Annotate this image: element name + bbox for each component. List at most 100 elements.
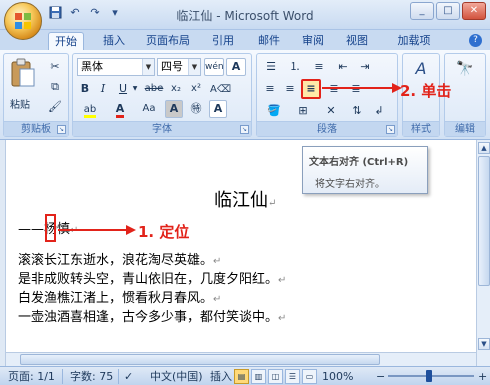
maximize-button[interactable]: □	[436, 2, 460, 20]
paragraph-mark: ↵	[268, 198, 277, 209]
tab-addins[interactable]: 加载项	[392, 32, 436, 50]
horizontal-scrollbar[interactable]	[6, 352, 476, 366]
decrease-indent-button[interactable]: ⇤	[333, 58, 353, 76]
status-bar: 页面: 1/1 字数: 75 ✓ 中文(中国) 插入 ▤ ▥ ◫ ☰ ▭ 100…	[0, 366, 490, 385]
paragraph-launcher-icon[interactable]: ↘	[386, 125, 395, 134]
poem-line[interactable]: 一壶浊酒喜相逢，古今多少事，都付笑谈中。↵	[18, 306, 286, 325]
align-right-button[interactable]: ≡	[301, 79, 321, 99]
distributed-button[interactable]: ≣	[347, 80, 365, 98]
char-shading-button[interactable]: A	[165, 100, 183, 118]
office-button[interactable]	[4, 2, 42, 40]
cut-button[interactable]: ✂	[46, 58, 64, 76]
paste-button[interactable]: 粘贴	[8, 58, 38, 114]
format-painter-button[interactable]: 🖌	[46, 98, 64, 116]
subscript-button[interactable]: x₂	[167, 80, 185, 98]
document-title[interactable]: 临江仙↵	[214, 186, 276, 212]
poem-line-text: 白发渔樵江渚上，惯看秋月春风。	[18, 291, 214, 306]
superscript-button[interactable]: x²	[187, 80, 205, 98]
outline-view-icon[interactable]: ☰	[285, 369, 300, 384]
tab-review[interactable]: 审阅	[298, 32, 328, 50]
copy-button[interactable]: ⧉	[46, 78, 64, 96]
borders-button[interactable]: ⊞	[291, 102, 315, 120]
tab-page-layout[interactable]: 页面布局	[142, 32, 194, 50]
poem-line[interactable]: 滚滚长江东逝水，浪花淘尽英雄。↵	[18, 249, 221, 268]
clear-formatting-button[interactable]: A⌫	[209, 80, 231, 98]
help-icon[interactable]: ?	[469, 34, 482, 47]
scroll-down-icon[interactable]: ▼	[478, 338, 490, 350]
language-indicator[interactable]: 中文(中国)	[150, 369, 203, 384]
font-launcher-icon[interactable]: ↘	[240, 125, 249, 134]
full-screen-reading-icon[interactable]: ▥	[251, 369, 266, 384]
align-right-icon: ≡	[306, 82, 316, 95]
highlight-button[interactable]: ab	[77, 100, 103, 118]
underline-button[interactable]: U	[115, 80, 131, 98]
tab-view[interactable]: 视图	[342, 32, 372, 50]
vertical-scrollbar[interactable]: ▲ ▼	[476, 140, 490, 367]
shading-button[interactable]: 🪣	[261, 102, 287, 120]
change-case-button[interactable]: Aa	[137, 100, 161, 118]
scissors-icon: ✂	[50, 60, 60, 73]
strikethrough-button[interactable]: abe	[143, 80, 165, 98]
enclose-char-icon: ㊕	[190, 102, 202, 115]
poem-line[interactable]: 是非成败转头空，青山依旧在，几度夕阳红。↵	[18, 268, 286, 287]
insert-mode[interactable]: 插入	[210, 369, 232, 384]
clipboard-launcher-icon[interactable]: ↘	[57, 125, 66, 134]
tab-references[interactable]: 引用	[208, 32, 238, 50]
align-left-button[interactable]: ≡	[261, 80, 279, 98]
print-layout-view-icon[interactable]: ▤	[234, 369, 249, 384]
bold-button[interactable]: B	[77, 80, 93, 98]
paragraph-group: ☰ ⒈ ≡ ⇤ ⇥ ≡ ≡ ≡ ≣ ≣ 🪣 ⊞ ✕ ⇅ ↲ 段落 ↘	[256, 53, 398, 137]
paragraph-group-label: 段落	[257, 121, 397, 136]
zoom-in-button[interactable]: +	[478, 369, 487, 384]
phonetic-guide-button[interactable]: wén	[204, 58, 224, 76]
font-size-combo[interactable]: 四号 ▼	[157, 58, 201, 76]
align-center-button[interactable]: ≡	[281, 80, 299, 98]
align-center-icon: ≡	[285, 82, 295, 95]
show-marks-button[interactable]: ↲	[369, 102, 389, 120]
find-button[interactable]: 🔭	[453, 60, 477, 86]
poem-line[interactable]: 白发渔樵江渚上，惯看秋月春风。↵	[18, 287, 221, 306]
char-border-button-2[interactable]: A	[209, 100, 227, 118]
tab-home[interactable]: 开始	[48, 32, 84, 50]
vertical-scroll-thumb[interactable]	[478, 156, 490, 286]
increase-indent-button[interactable]: ⇥	[355, 58, 375, 76]
sort-button[interactable]: ⇅	[347, 102, 367, 120]
minimize-button[interactable]: _	[410, 2, 434, 20]
horizontal-scroll-thumb[interactable]	[20, 354, 380, 365]
multilevel-list-button[interactable]: ≡	[309, 58, 329, 76]
scroll-up-icon[interactable]: ▲	[478, 142, 490, 154]
paste-label: 粘贴	[10, 100, 30, 111]
chinese-layout-button[interactable]: ✕	[319, 102, 343, 120]
tab-mailings[interactable]: 邮件	[254, 32, 284, 50]
poem-line-text: 滚滚长江东逝水，浪花淘尽英雄。	[18, 253, 214, 268]
multilevel-list-icon: ≡	[314, 60, 324, 73]
numbering-button[interactable]: ⒈	[285, 58, 305, 76]
font-color-button[interactable]: A	[107, 100, 133, 118]
bullet-list-icon: ☰	[266, 60, 276, 73]
status-separator	[118, 369, 119, 384]
tab-insert[interactable]: 插入	[96, 32, 132, 50]
zoom-out-button[interactable]: −	[376, 369, 385, 384]
bullets-button[interactable]: ☰	[261, 58, 281, 76]
enclose-char-button[interactable]: ㊕	[187, 100, 205, 118]
underline-dropdown-icon[interactable]: ▼	[131, 80, 139, 98]
zoom-level[interactable]: 100%	[322, 369, 353, 384]
word-count[interactable]: 字数: 75	[70, 369, 113, 384]
sort-icon: ⇅	[352, 104, 362, 117]
justify-icon: ≣	[329, 82, 339, 95]
poem-line-text: 是非成败转头空，青山依旧在，几度夕阳红。	[18, 272, 279, 287]
proofing-icon[interactable]: ✓	[124, 369, 133, 384]
close-button[interactable]: ✕	[462, 2, 486, 20]
zoom-slider-thumb[interactable]	[426, 370, 432, 382]
italic-button[interactable]: I	[95, 80, 111, 98]
numbered-list-icon: ⒈	[289, 60, 301, 73]
web-layout-icon[interactable]: ◫	[268, 369, 283, 384]
page-indicator[interactable]: 页面: 1/1	[8, 369, 55, 384]
font-name-combo[interactable]: 黑体 ▼	[77, 58, 155, 76]
char-border-button[interactable]: A	[226, 58, 246, 76]
editing-group-label: 编辑	[445, 121, 485, 136]
paragraph-mark: ↵	[213, 256, 222, 267]
draft-view-icon[interactable]: ▭	[302, 369, 317, 384]
justify-button[interactable]: ≣	[325, 80, 343, 98]
ribbon-tabs: 开始 插入 页面布局 引用 邮件 审阅 视图 加载项 ?	[0, 30, 490, 50]
